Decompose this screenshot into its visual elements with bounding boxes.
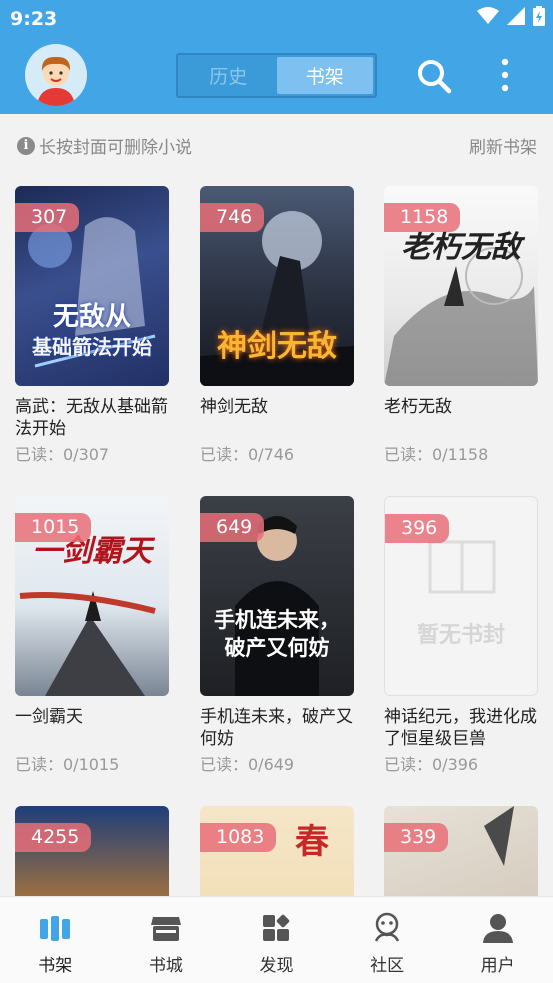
read-progress: 已读：0/307: [15, 445, 110, 464]
book-card[interactable]: 无敌从 基础箭法开始 307 高武：无敌从基础箭法开始 已读：0/307: [15, 186, 169, 465]
more-vertical-icon[interactable]: [495, 56, 515, 96]
nav-label: 书城: [148, 956, 183, 976]
book-title: 神剑无敌: [200, 397, 268, 417]
book-cover[interactable]: 一剑霸天 1015: [15, 496, 169, 696]
tip-text: 长按封面可删除小说: [39, 138, 192, 158]
nav-bookshelf[interactable]: 书架: [0, 897, 111, 983]
book-card[interactable]: 神剑无敌 746 神剑无敌 已读：0/746: [200, 186, 354, 465]
read-progress: 已读：0/1158: [384, 445, 489, 464]
wifi-icon: [477, 7, 499, 24]
book-title: 神话纪元，我进化成了恒星级巨兽: [384, 707, 537, 749]
tab-bookshelf[interactable]: 书架: [276, 57, 373, 94]
chapter-count-badge: 746: [200, 203, 265, 232]
book-title: 高武：无敌从基础箭法开始: [15, 397, 168, 439]
bottom-nav: 书架 书城 发现 社区 用户: [0, 896, 553, 983]
nav-label: 书架: [38, 956, 73, 976]
nav-bookstore[interactable]: 书城: [111, 897, 222, 983]
chapter-count-badge: 649: [200, 513, 265, 542]
cover-text: 春: [295, 822, 329, 862]
signal-icon: [507, 7, 525, 25]
nav-label: 社区: [370, 956, 405, 976]
status-time: 9:23: [10, 8, 58, 30]
book-title: 一剑霸天: [15, 707, 83, 727]
chapter-count-badge: 307: [15, 203, 80, 232]
book-card[interactable]: 老朽无敌 1158 老朽无敌 已读：0/1158: [384, 186, 538, 465]
chapter-count-badge: 1083: [200, 823, 277, 852]
read-progress: 已读：0/649: [200, 755, 295, 774]
avatar[interactable]: [25, 44, 87, 106]
chapter-count-badge: 1158: [384, 203, 461, 232]
chapter-count-badge: 1015: [15, 513, 92, 542]
battery-icon: [533, 6, 545, 26]
book-cover[interactable]: 无敌从 基础箭法开始 307: [15, 186, 169, 386]
nav-community[interactable]: 社区: [332, 897, 443, 983]
nav-label: 发现: [259, 956, 294, 976]
tip-row: i 长按封面可删除小说 刷新书架: [0, 114, 553, 176]
user-icon: [482, 914, 513, 943]
store-icon: [150, 917, 181, 941]
book-cover[interactable]: 神剑无敌 746: [200, 186, 354, 386]
bookshelf-icon: [40, 916, 71, 941]
book-card[interactable]: 手机连未来，破产又何妨 649 手机连未来，破产又何妨 已读：0/649: [200, 496, 354, 775]
nav-user[interactable]: 用户: [442, 897, 553, 983]
chapter-count-badge: 396: [385, 514, 450, 543]
cover-text: 手机连未来，破产又何妨: [214, 607, 340, 660]
chapter-count-badge: 4255: [15, 823, 92, 852]
refresh-shelf-button[interactable]: 刷新书架: [469, 133, 537, 158]
book-cover[interactable]: 手机连未来，破产又何妨 649: [200, 496, 354, 696]
info-icon: i: [17, 136, 35, 155]
tab-history[interactable]: 历史: [180, 57, 277, 94]
delete-tip: i 长按封面可删除小说: [17, 133, 192, 158]
discover-icon: [263, 914, 290, 941]
book-title: 老朽无敌: [384, 397, 452, 417]
app-header: 9:23 历史 书架: [0, 0, 553, 114]
book-cover[interactable]: 暂无书封 396: [384, 496, 538, 696]
read-progress: 已读：0/1015: [15, 755, 120, 774]
history-shelf-tabs: 历史 书架: [176, 53, 377, 98]
status-icons: [477, 6, 545, 26]
nav-label: 用户: [480, 956, 515, 976]
book-title: 手机连未来，破产又何妨: [200, 707, 353, 749]
book-card[interactable]: 暂无书封 396 神话纪元，我进化成了恒星级巨兽 已读：0/396: [384, 496, 538, 775]
book-card[interactable]: 一剑霸天 1015 一剑霸天 已读：0/1015: [15, 496, 169, 775]
community-icon: [374, 912, 400, 942]
cover-text: 神剑无敌: [217, 329, 337, 364]
read-progress: 已读：0/396: [384, 755, 479, 774]
search-icon[interactable]: [416, 58, 452, 94]
book-cover[interactable]: 老朽无敌 1158: [384, 186, 538, 386]
nav-discover[interactable]: 发现: [221, 897, 332, 983]
chapter-count-badge: 339: [384, 823, 449, 852]
cover-text: 暂无书封: [416, 622, 505, 648]
read-progress: 已读：0/746: [200, 445, 295, 464]
